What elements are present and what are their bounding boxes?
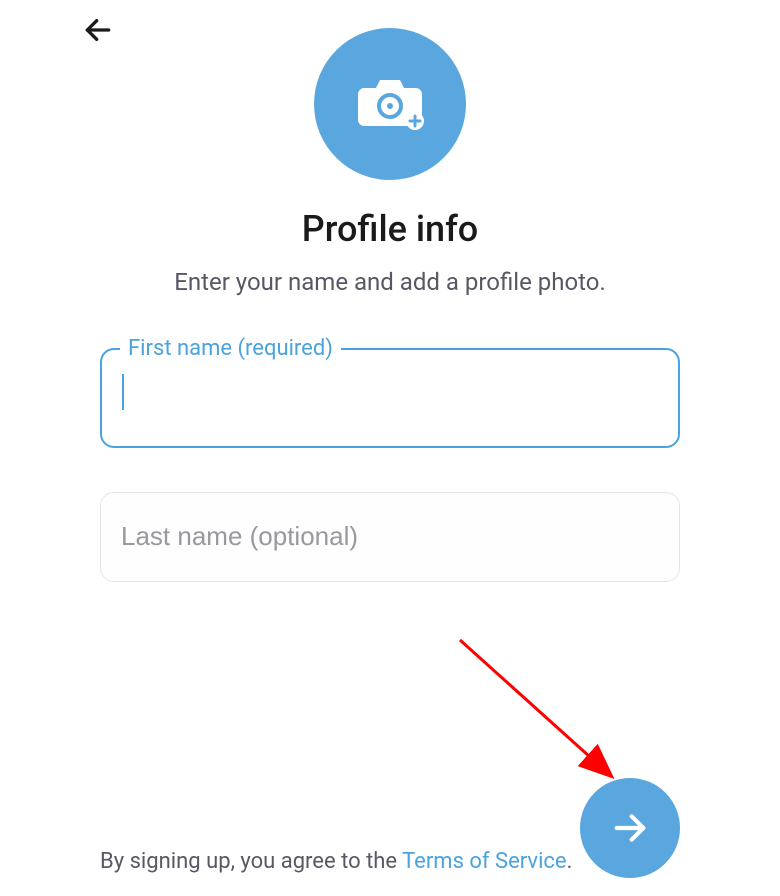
terms-suffix: . bbox=[567, 849, 573, 874]
back-button[interactable] bbox=[78, 10, 118, 50]
terms-prefix: By signing up, you agree to the bbox=[100, 849, 402, 874]
next-button[interactable] bbox=[580, 778, 680, 878]
first-name-label: First name (required) bbox=[120, 336, 341, 361]
arrow-right-icon bbox=[610, 808, 650, 848]
add-photo-button[interactable] bbox=[314, 28, 466, 180]
page-subtitle: Enter your name and add a profile photo. bbox=[174, 268, 606, 296]
text-cursor bbox=[122, 374, 124, 410]
last-name-field-wrapper[interactable] bbox=[100, 492, 680, 582]
camera-add-icon bbox=[354, 74, 426, 134]
back-arrow-icon bbox=[82, 14, 114, 46]
terms-text: By signing up, you agree to the Terms of… bbox=[100, 845, 572, 878]
annotation-arrow bbox=[450, 630, 650, 800]
first-name-field-wrapper[interactable]: First name (required) bbox=[100, 348, 680, 448]
terms-of-service-link[interactable]: Terms of Service bbox=[402, 849, 567, 874]
page-title: Profile info bbox=[302, 208, 478, 250]
first-name-input[interactable] bbox=[128, 377, 654, 408]
last-name-input[interactable] bbox=[121, 521, 659, 552]
